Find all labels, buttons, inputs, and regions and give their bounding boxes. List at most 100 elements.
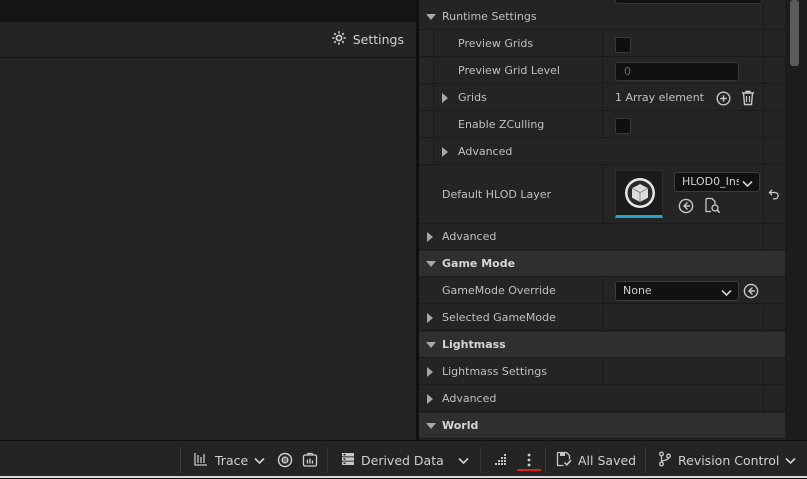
divider	[180, 447, 181, 473]
indent-bar	[419, 58, 434, 83]
enable-zculling-checkbox[interactable]	[615, 118, 631, 134]
end-column	[763, 139, 764, 164]
chevron-down-icon	[785, 453, 796, 468]
lightmass-settings-row[interactable]: Lightmass Settings	[419, 359, 785, 385]
revision-control-label: Revision Control	[678, 452, 780, 468]
browse-asset-icon[interactable]	[704, 197, 721, 217]
value-column	[602, 58, 603, 83]
chevron-down-icon	[721, 285, 732, 300]
settings-button[interactable]: Settings	[331, 30, 404, 49]
world-label: World	[442, 419, 479, 432]
runtime-settings-label: Runtime Settings	[442, 10, 537, 23]
use-selected-icon[interactable]	[678, 198, 694, 217]
trace-menu[interactable]: Trace	[193, 441, 265, 479]
cube-asset-icon	[624, 177, 656, 212]
chevron-down-icon	[254, 453, 265, 468]
revision-control-menu[interactable]: Revision Control	[658, 441, 796, 479]
expanded-arrow-icon	[426, 14, 436, 20]
gamemode-override-value: None	[623, 284, 652, 297]
more-options-icon[interactable]	[517, 441, 541, 479]
end-column	[763, 4, 764, 29]
divider	[545, 447, 546, 473]
dots-grid-icon[interactable]	[493, 441, 507, 479]
divider	[480, 447, 481, 473]
end-column	[763, 112, 764, 137]
end-column	[763, 58, 764, 83]
trace-label: Trace	[215, 452, 249, 468]
hlod-layer-value: HLOD0_Ins	[682, 175, 742, 188]
grids-label: Grids	[458, 91, 487, 104]
value-column	[602, 31, 603, 56]
save-check-icon	[556, 451, 572, 470]
reset-to-default-icon[interactable]	[768, 188, 780, 203]
collapsed-arrow-icon	[442, 93, 448, 103]
details-scrollbar[interactable]	[785, 0, 807, 440]
value-column	[602, 112, 603, 137]
preview-grid-level-row: Preview Grid Level 0	[419, 58, 785, 84]
collapsed-arrow-icon	[442, 147, 448, 157]
end-column	[763, 166, 764, 223]
advanced-label: Advanced	[442, 392, 497, 405]
add-element-icon[interactable]	[716, 91, 731, 109]
settings-label: Settings	[352, 32, 404, 47]
branch-icon	[658, 451, 672, 470]
end-column	[763, 224, 764, 249]
lightmass-label: Lightmass	[442, 338, 506, 351]
indent-bar	[419, 85, 434, 110]
game-mode-category[interactable]: Game Mode	[419, 251, 785, 277]
end-column	[763, 31, 764, 56]
expanded-arrow-icon	[426, 342, 436, 348]
game-mode-label: Game Mode	[442, 257, 516, 270]
value-column	[602, 359, 603, 384]
advanced-label: Advanced	[458, 145, 513, 158]
advanced-row[interactable]: Advanced	[419, 386, 785, 412]
collapsed-arrow-icon	[427, 232, 433, 242]
hlod-layer-dropdown[interactable]: HLOD0_Ins	[674, 172, 760, 192]
preview-grids-label: Preview Grids	[458, 37, 534, 50]
notification-underline	[517, 469, 541, 471]
derived-data-label: Derived Data	[361, 452, 444, 468]
details-panel: Runtime Settings Preview Grids Preview G…	[419, 0, 785, 440]
hlod-asset-thumbnail[interactable]	[615, 170, 663, 218]
gear-icon	[331, 30, 347, 49]
collapsed-arrow-icon	[427, 394, 433, 404]
chevron-down-icon	[458, 453, 469, 468]
derived-data-menu[interactable]: Derived Data	[341, 441, 469, 479]
preview-grid-level-input[interactable]: 0	[615, 62, 739, 81]
lightmass-settings-label: Lightmass Settings	[442, 365, 547, 378]
selected-gamemode-label: Selected GameMode	[442, 311, 556, 324]
scrollbar-thumb[interactable]	[790, 0, 799, 66]
use-selected-icon[interactable]	[743, 283, 759, 302]
screenshot-icon[interactable]	[302, 441, 318, 479]
preview-grids-checkbox[interactable]	[615, 37, 631, 53]
expanded-arrow-icon	[426, 423, 436, 429]
lightmass-category[interactable]: Lightmass	[419, 332, 785, 358]
viewport-topbar	[0, 0, 416, 22]
enable-zculling-row: Enable ZCulling	[419, 112, 785, 138]
collapsed-arrow-icon	[427, 367, 433, 377]
runtime-settings-row[interactable]: Runtime Settings	[419, 4, 785, 30]
record-icon[interactable]	[277, 441, 293, 479]
divider	[327, 447, 328, 473]
enable-zculling-label: Enable ZCulling	[458, 118, 545, 131]
default-hlod-layer-label: Default HLOD Layer	[442, 188, 551, 201]
database-icon	[341, 452, 355, 469]
trace-icon	[193, 451, 209, 470]
end-column	[763, 305, 764, 330]
advanced-nested-row[interactable]: Advanced	[419, 139, 785, 165]
value-column	[602, 305, 603, 330]
preview-grids-row: Preview Grids	[419, 31, 785, 57]
advanced-row[interactable]: Advanced	[419, 224, 785, 250]
viewport-toolbar: Settings	[0, 22, 416, 58]
grids-row[interactable]: Grids 1 Array element	[419, 85, 785, 111]
gamemode-override-label: GameMode Override	[442, 284, 556, 297]
world-category[interactable]: World	[419, 413, 785, 439]
trash-icon[interactable]	[741, 90, 755, 109]
indent-bar	[419, 112, 434, 137]
all-saved-label: All Saved	[578, 452, 637, 468]
viewport-panel: Settings	[0, 0, 416, 440]
gamemode-override-dropdown[interactable]: None	[615, 281, 739, 301]
all-saved-button[interactable]: All Saved	[556, 441, 636, 479]
divider	[645, 447, 646, 473]
selected-gamemode-row[interactable]: Selected GameMode	[419, 305, 785, 331]
